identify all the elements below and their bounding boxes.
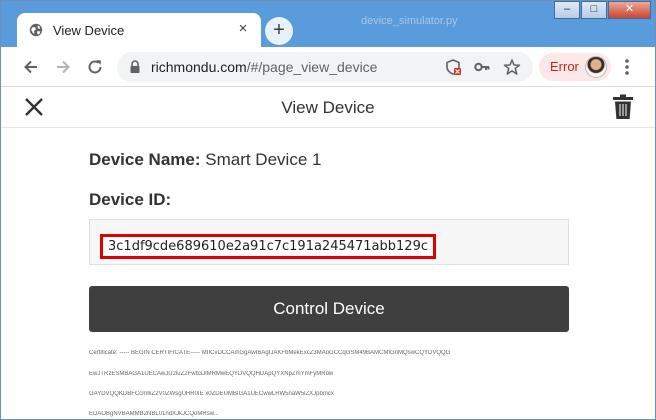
trash-icon[interactable] <box>612 94 634 120</box>
blocked-icon[interactable] <box>444 58 462 76</box>
reload-icon[interactable] <box>85 57 105 77</box>
app-bar: View Device <box>1 88 655 128</box>
url-text[interactable]: richmondu.com/#/page_view_device <box>151 59 377 75</box>
device-name-value: Smart Device 1 <box>205 150 322 169</box>
url-host: richmondu.com <box>151 59 247 75</box>
profile-error-chip[interactable]: Error <box>539 53 611 81</box>
device-id-field[interactable]: 3c1df9cde689610e2a91c7c191a245471abb129c <box>89 219 569 265</box>
browser-tab[interactable]: View Device × <box>17 13 261 47</box>
browser-toolbar: richmondu.com/#/page_view_device Error <box>1 47 655 87</box>
error-label: Error <box>550 59 579 74</box>
device-name-label: Device Name: <box>89 150 201 169</box>
tab-close-icon[interactable]: × <box>235 21 251 37</box>
certificate-line: EDAOBgNVBAMMB2NBL01ndXJkJCQoMRsw... <box>89 411 219 417</box>
certificate-line: GAYDVQQKDBFCcmlkZ2V0ZWsgUHR0IE x0ZDEUMBI… <box>89 391 334 397</box>
certificate-line: Certificate: ----- BEGIN CERTIFICATE----… <box>89 350 451 356</box>
star-icon[interactable] <box>503 58 521 76</box>
back-icon[interactable] <box>21 57 41 77</box>
close-window-button[interactable]: ✕ <box>608 1 651 19</box>
menu-icon[interactable] <box>619 57 635 77</box>
device-id-label: Device ID: <box>89 190 172 209</box>
tab-title: View Device <box>53 23 125 38</box>
device-name-row: Device Name: Smart Device 1 <box>89 150 321 170</box>
maximize-button[interactable]: □ <box>581 1 607 19</box>
forward-icon[interactable] <box>53 57 73 77</box>
window-controls: – □ ✕ <box>553 1 651 21</box>
device-id-value[interactable]: 3c1df9cde689610e2a91c7c191a245471abb129c <box>100 234 436 259</box>
url-path: /#/page_view_device <box>246 59 378 75</box>
background-window-title: device_simulator.py <box>361 15 458 27</box>
page-title: View Device <box>281 98 375 117</box>
key-icon[interactable] <box>473 58 491 76</box>
lock-icon[interactable] <box>129 60 141 74</box>
address-bar[interactable]: richmondu.com/#/page_view_device <box>117 52 533 82</box>
control-device-button[interactable]: Control Device <box>89 286 569 332</box>
browser-window: device_simulator.py View Device × + – □ … <box>0 0 656 420</box>
new-tab-button[interactable]: + <box>265 17 293 45</box>
minimize-button[interactable]: – <box>554 1 580 19</box>
page-content: View Device Device Name: Smart Device 1 … <box>1 88 655 419</box>
globe-icon <box>29 23 43 37</box>
title-bar: device_simulator.py View Device × + – □ … <box>1 1 655 47</box>
certificate-line: EwJTRzESMBAGA1UECAwJU2luZ2Fwb3JlMRMwEQYD… <box>89 371 334 377</box>
avatar <box>585 56 607 78</box>
